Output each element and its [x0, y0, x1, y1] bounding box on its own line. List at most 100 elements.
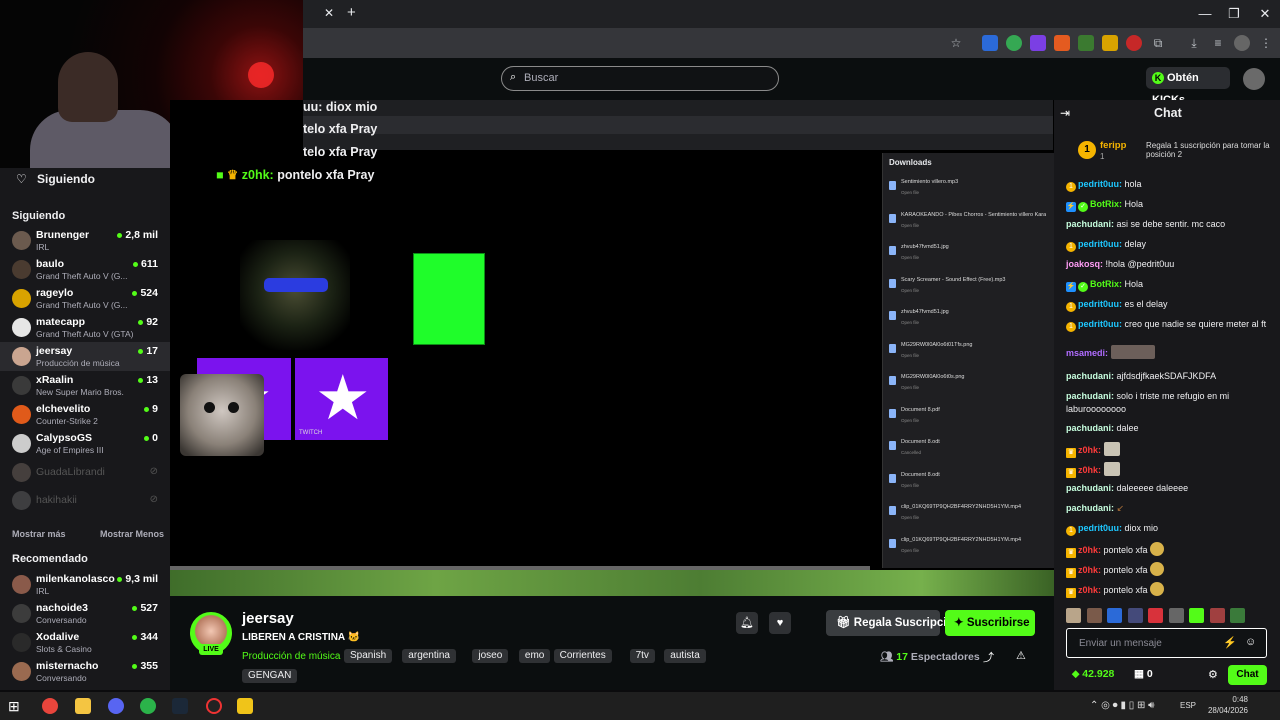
emote-picker-icon[interactable]: ⚡: [1223, 636, 1237, 649]
puzzle-icon[interactable]: ⧉: [1150, 35, 1166, 51]
chat-username[interactable]: z0hk:: [1078, 585, 1101, 595]
tag[interactable]: Corrientes: [553, 649, 612, 663]
tag[interactable]: Spanish: [344, 649, 393, 663]
show-less-button[interactable]: Mostrar Menos: [100, 529, 164, 539]
following-toggle[interactable]: ♡ Siguiendo: [0, 168, 170, 190]
app-icon[interactable]: [237, 698, 253, 714]
emote-shortcut[interactable]: [1168, 608, 1184, 623]
folder-icon[interactable]: [75, 698, 91, 714]
app-icon[interactable]: [206, 698, 222, 714]
menu-dots-icon[interactable]: ⋮: [1258, 35, 1274, 51]
sidebar-channel-calypsogs[interactable]: CalypsoGS Age of Empires III 0: [0, 429, 170, 458]
notification-bell-button[interactable]: 🔔︎: [736, 612, 758, 634]
share-icon[interactable]: ⤴: [983, 649, 994, 665]
close-window-icon[interactable]: ✕: [1255, 6, 1275, 22]
close-tab-icon[interactable]: ✕: [324, 6, 334, 20]
emote-shortcut[interactable]: [1189, 608, 1204, 623]
chat-username[interactable]: joakosq:: [1066, 259, 1103, 269]
emote-shortcut[interactable]: [1209, 608, 1225, 623]
chat-username[interactable]: pachudani:: [1066, 219, 1114, 229]
clock-time[interactable]: 0:48: [1202, 695, 1248, 704]
get-kicks-button[interactable]: KObtén KICKs: [1146, 67, 1230, 106]
system-tray[interactable]: ⌃ ◎ ⏺ ▮ ▯ ⊞ 🔊︎: [1090, 700, 1154, 711]
recommended-channel-milenkanolasco[interactable]: milenkanolasco IRL 9,3 mil: [0, 570, 170, 599]
store-button[interactable]: ▦ 0: [1134, 668, 1153, 680]
stream-video[interactable]: uu: diox mio telo xfa Pray telo xfa Pray…: [170, 100, 1054, 596]
send-chat-button[interactable]: Chat: [1228, 665, 1267, 685]
language-indicator[interactable]: ESP: [1180, 701, 1196, 710]
download-icon[interactable]: ⤓: [1186, 35, 1202, 51]
extension-icon[interactable]: [1030, 35, 1046, 51]
app-icon[interactable]: [140, 698, 156, 714]
extension-icon[interactable]: [1126, 35, 1142, 51]
sidebar-channel-brunenger[interactable]: Brunenger IRL 2,8 mil: [0, 226, 170, 255]
chat-username[interactable]: pedrit0uu:: [1078, 179, 1122, 189]
streamer-name[interactable]: jeersay: [242, 610, 294, 627]
subscribe-button[interactable]: ✦ Suscribirse: [945, 610, 1035, 636]
recommended-channel-xodalive[interactable]: Xodalive Slots & Casino 344: [0, 628, 170, 657]
emote-shortcut[interactable]: [1107, 608, 1122, 623]
chat-username[interactable]: msamedi:: [1066, 348, 1108, 358]
extension-icon[interactable]: [1054, 35, 1070, 51]
chat-username[interactable]: pedrit0uu:: [1078, 299, 1122, 309]
emote-shortcut[interactable]: [1230, 608, 1245, 623]
chrome-taskbar-icon[interactable]: [42, 698, 58, 714]
app-icon[interactable]: [108, 698, 124, 714]
bookmark-star-icon[interactable]: ☆: [948, 35, 964, 51]
chat-username[interactable]: z0hk:: [1078, 545, 1101, 555]
chat-username[interactable]: BotRix:: [1090, 279, 1122, 289]
sidebar-channel-guadalibrandi[interactable]: GuadaLibrandi ⊘: [0, 458, 170, 487]
emote-shortcut[interactable]: [1086, 608, 1102, 623]
tag[interactable]: 7tv: [629, 649, 655, 663]
sidebar-channel-rageylo[interactable]: rageylo Grand Theft Auto V (G... 524: [0, 284, 170, 313]
report-icon[interactable]: ⚠: [1016, 649, 1026, 662]
collapse-chat-icon[interactable]: ⇥: [1060, 106, 1070, 120]
chat-username[interactable]: z0hk:: [1078, 465, 1101, 475]
tag[interactable]: joseo: [472, 649, 509, 663]
emote-shortcut[interactable]: [1148, 608, 1163, 623]
emote-shortcut[interactable]: [1066, 608, 1081, 623]
chat-username[interactable]: pedrit0uu:: [1078, 523, 1122, 533]
follow-button[interactable]: ♥: [769, 612, 791, 634]
tag[interactable]: autista: [664, 649, 706, 663]
sidebar-channel-hakihakii[interactable]: hakihakii ⊘: [0, 486, 170, 515]
chat-username[interactable]: pachudani:: [1066, 391, 1114, 401]
chat-username[interactable]: pachudani:: [1066, 483, 1114, 493]
minimize-icon[interactable]: —: [1195, 6, 1215, 21]
chat-message-field[interactable]: [1067, 629, 1217, 657]
sidebar-channel-elchevelito[interactable]: elchevelito Counter-Strike 2 9: [0, 400, 170, 429]
emoji-icon[interactable]: ☺: [1245, 636, 1256, 648]
search-input[interactable]: ⌕ Buscar: [501, 66, 779, 91]
extension-icon[interactable]: [1006, 35, 1022, 51]
recommended-channel-misternacho[interactable]: misternacho Conversando 355: [0, 657, 170, 686]
channel-points[interactable]: ⬥ 42.928: [1072, 668, 1114, 681]
clock-date[interactable]: 28/04/2026: [1202, 706, 1248, 715]
chat-input[interactable]: ⚡ ☺: [1066, 628, 1267, 658]
chat-username[interactable]: pachudani:: [1066, 371, 1114, 381]
show-more-button[interactable]: Mostrar más: [12, 529, 66, 539]
recommended-channel-nachoide3[interactable]: nachoide3 Conversando 527: [0, 599, 170, 628]
category-link[interactable]: Producción de música: [242, 651, 340, 662]
gift-leaderboard[interactable]: 1 feripp 1 Regala 1 suscripción para tom…: [1054, 136, 1280, 170]
chat-username[interactable]: pedrit0uu:: [1078, 239, 1122, 249]
profile-avatar-icon[interactable]: [1234, 35, 1250, 51]
sidebar-channel-xraalin[interactable]: xRaalin New Super Mario Bros. 13: [0, 371, 170, 400]
windows-start-icon[interactable]: ⊞: [8, 698, 24, 714]
sidebar-channel-matecapp[interactable]: matecapp Grand Theft Auto V (GTA) 92: [0, 313, 170, 342]
gear-icon[interactable]: ⚙: [1208, 668, 1218, 681]
tag[interactable]: GENGAN: [242, 669, 298, 683]
maximize-icon[interactable]: ❐: [1224, 6, 1244, 22]
new-tab-icon[interactable]: +: [347, 4, 356, 21]
tag[interactable]: argentina: [402, 649, 456, 663]
avatar[interactable]: [1243, 68, 1265, 90]
chat-username[interactable]: z0hk:: [1078, 565, 1101, 575]
chat-username[interactable]: pachudani:: [1066, 423, 1114, 433]
chat-username[interactable]: pachudani:: [1066, 503, 1114, 513]
steam-icon[interactable]: [172, 698, 188, 714]
emote-shortcut[interactable]: [1127, 608, 1143, 623]
extension-icon[interactable]: [982, 35, 998, 51]
sidebar-channel-jeersay[interactable]: jeersay Producción de música 17: [0, 342, 170, 371]
tag[interactable]: emo: [518, 649, 551, 663]
sidebar-channel-baulo[interactable]: baulo Grand Theft Auto V (G... 611: [0, 255, 170, 284]
chat-username[interactable]: BotRix:: [1090, 199, 1122, 209]
